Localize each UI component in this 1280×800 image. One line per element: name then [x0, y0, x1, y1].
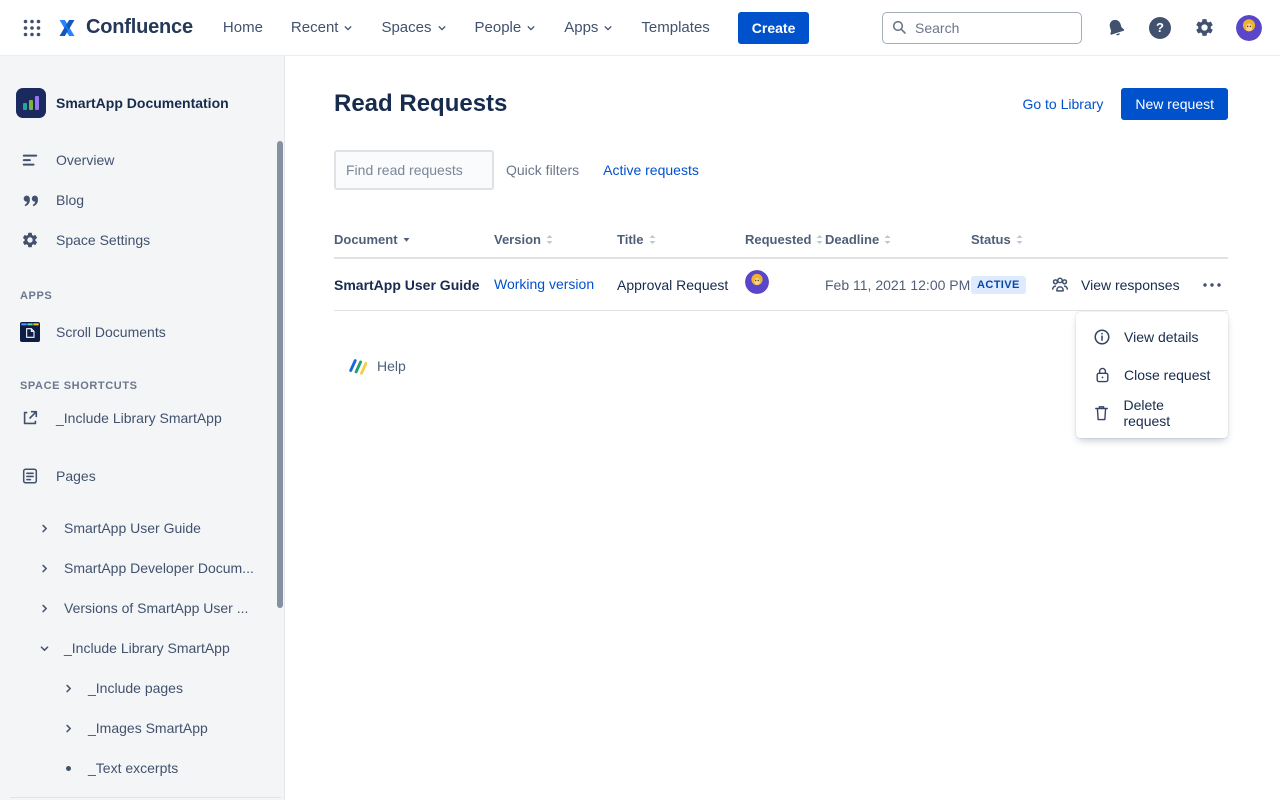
notifications-icon[interactable]: [1104, 16, 1128, 40]
nav-apps[interactable]: Apps: [564, 19, 613, 36]
info-icon: [1092, 328, 1112, 346]
sort-icon: [648, 234, 657, 245]
sort-icon: [545, 234, 554, 245]
pages-icon: [20, 467, 40, 485]
column-header-status[interactable]: Status: [971, 232, 1049, 247]
table-row: SmartApp User Guide Working version Appr…: [334, 259, 1228, 311]
nav-spaces[interactable]: Spaces: [381, 19, 446, 36]
user-avatar[interactable]: [1236, 15, 1262, 41]
row-version-link[interactable]: Working version: [494, 276, 594, 292]
tree-item-smartapp-user-guide[interactable]: SmartApp User Guide: [0, 508, 284, 548]
row-deadline: Feb 11, 2021 12:00 PM: [825, 277, 971, 293]
more-actions-button[interactable]: [1196, 273, 1228, 297]
search-icon: [891, 19, 907, 40]
column-header-title[interactable]: Title: [617, 232, 745, 247]
external-link-icon: [20, 409, 40, 427]
column-header-requested[interactable]: Requested: [745, 232, 825, 247]
sidebar-item-blog[interactable]: Blog: [0, 180, 284, 220]
active-requests-filter[interactable]: Active requests: [603, 162, 699, 178]
menu-item-view-details[interactable]: View details: [1076, 318, 1228, 356]
confluence-logo[interactable]: Confluence: [54, 16, 193, 40]
quick-filters-label: Quick filters: [506, 162, 579, 178]
tree-item-versions-of-smartapp[interactable]: Versions of SmartApp User ...: [0, 588, 284, 628]
nav-recent[interactable]: Recent: [291, 19, 354, 36]
go-to-library-link[interactable]: Go to Library: [1022, 96, 1103, 112]
sort-icon: [815, 234, 824, 245]
table-header-row: Document Version Title Requested Deadlin…: [334, 232, 1228, 259]
tree-item-images-smartapp[interactable]: _Images SmartApp: [0, 708, 284, 748]
help-icon[interactable]: ?: [1148, 16, 1172, 40]
chevron-right-icon[interactable]: [36, 563, 52, 574]
column-header-version[interactable]: Version: [494, 232, 617, 247]
sidebar-item-space-settings[interactable]: Space Settings: [0, 220, 284, 260]
global-search: [882, 12, 1082, 44]
menu-item-delete-request[interactable]: Delete request: [1076, 394, 1228, 432]
sidebar-item-pages[interactable]: Pages: [0, 454, 284, 498]
sidebar-item-overview[interactable]: Overview: [0, 140, 284, 180]
sort-icon: [883, 234, 892, 245]
space-sidebar: SmartApp Documentation Overview Blog: [0, 56, 285, 800]
tree-item-include-library[interactable]: _Include Library SmartApp: [0, 628, 284, 668]
sidebar-shortcut-include-library[interactable]: _Include Library SmartApp: [0, 396, 284, 440]
confluence-logo-icon: [54, 16, 80, 40]
chevron-right-icon[interactable]: [36, 523, 52, 534]
chevron-down-icon: [603, 23, 613, 33]
scroll-documents-icon: [20, 319, 40, 345]
trash-icon: [1092, 404, 1111, 422]
chevron-right-icon[interactable]: [60, 683, 76, 694]
blog-quote-icon: [20, 191, 40, 209]
status-badge: ACTIVE: [971, 276, 1026, 294]
space-nav: Overview Blog Space Settings: [0, 140, 284, 260]
chevron-down-icon: [437, 23, 447, 33]
requester-avatar[interactable]: [745, 270, 769, 294]
new-request-button[interactable]: New request: [1121, 88, 1228, 120]
chevron-down-icon: [526, 23, 536, 33]
scroll-brand-slashes-icon: [347, 357, 367, 375]
column-header-deadline[interactable]: Deadline: [825, 232, 971, 247]
bullet-icon: [60, 766, 76, 771]
top-navigation-bar: Confluence Home Recent Spaces People App…: [0, 0, 1280, 56]
column-header-document[interactable]: Document: [334, 232, 494, 247]
chevron-down-icon: [343, 23, 353, 33]
chevron-right-icon[interactable]: [60, 723, 76, 734]
sort-icon: [1015, 234, 1024, 245]
row-document: SmartApp User Guide: [334, 277, 494, 293]
tree-item-smartapp-developer-docs[interactable]: SmartApp Developer Docum...: [0, 548, 284, 588]
row-actions-dropdown-menu: View details Close request Delete reques…: [1076, 312, 1228, 438]
menu-item-close-request[interactable]: Close request: [1076, 356, 1228, 394]
tree-item-text-excerpts[interactable]: _Text excerpts: [0, 748, 284, 788]
tree-item-include-pages[interactable]: _Include pages: [0, 668, 284, 708]
apps-section-label: APPS: [0, 290, 284, 302]
nav-home[interactable]: Home: [223, 19, 263, 36]
nav-templates[interactable]: Templates: [641, 19, 709, 36]
app-switcher-icon[interactable]: [18, 14, 46, 42]
topbar-icon-group: ?: [1104, 15, 1262, 41]
space-name: SmartApp Documentation: [56, 95, 229, 111]
space-avatar-icon: [16, 88, 46, 118]
sort-desc-icon: [402, 232, 411, 247]
create-button[interactable]: Create: [738, 12, 810, 44]
find-read-requests-input[interactable]: [334, 150, 494, 190]
chevron-right-icon[interactable]: [36, 603, 52, 614]
lock-icon: [1092, 366, 1112, 384]
sidebar-item-scroll-documents[interactable]: Scroll Documents: [0, 310, 284, 354]
read-requests-table: Document Version Title Requested Deadlin…: [334, 232, 1228, 311]
responses-group-icon: [1049, 275, 1071, 295]
overview-icon: [20, 151, 40, 169]
row-title: Approval Request: [617, 277, 745, 293]
nav-people[interactable]: People: [475, 19, 537, 36]
primary-nav: Home Recent Spaces People Apps Templates: [223, 19, 710, 36]
sidebar-bottom-divider: [10, 797, 281, 798]
brand-name: Confluence: [86, 16, 193, 39]
chevron-down-icon[interactable]: [36, 643, 52, 654]
settings-gear-icon[interactable]: [1192, 16, 1216, 40]
search-input[interactable]: [882, 12, 1082, 44]
space-header[interactable]: SmartApp Documentation: [0, 56, 284, 124]
view-responses-button[interactable]: View responses: [1049, 275, 1180, 295]
sidebar-scrollbar[interactable]: [277, 141, 283, 608]
page-title: Read Requests: [334, 90, 507, 118]
shortcuts-section-label: SPACE SHORTCUTS: [0, 380, 284, 392]
page-tree: SmartApp User Guide SmartApp Developer D…: [0, 508, 284, 788]
gear-icon: [20, 231, 40, 249]
